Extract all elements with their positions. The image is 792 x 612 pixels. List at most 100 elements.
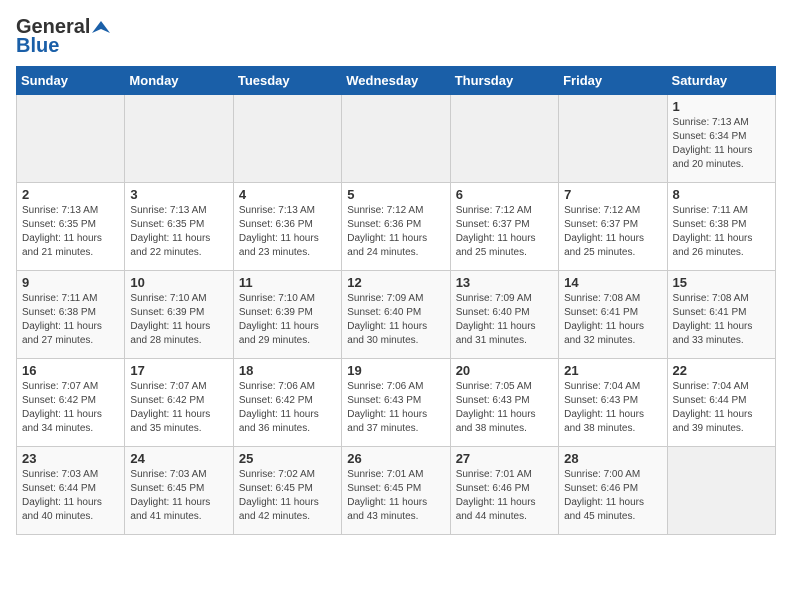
day-number: 28 xyxy=(564,451,661,466)
day-info: Sunrise: 7:08 AM Sunset: 6:41 PM Dayligh… xyxy=(673,292,770,348)
weekday-header-row: SundayMondayTuesdayWednesdayThursdayFrid… xyxy=(17,67,776,95)
day-number: 17 xyxy=(130,363,227,378)
weekday-header-friday: Friday xyxy=(559,67,667,95)
calendar-cell: 26 Sunrise: 7:01 AM Sunset: 6:45 PM Dayli… xyxy=(342,447,450,535)
day-info: Sunrise: 7:04 AM Sunset: 6:44 PM Dayligh… xyxy=(673,380,770,436)
day-number: 13 xyxy=(456,275,553,290)
logo-blue-text: Blue xyxy=(16,35,59,58)
calendar-body: 1 Sunrise: 7:13 AM Sunset: 6:34 PM Daylig… xyxy=(17,95,776,535)
day-number: 21 xyxy=(564,363,661,378)
calendar-cell: 14 Sunrise: 7:08 AM Sunset: 6:41 PM Dayli… xyxy=(559,271,667,359)
day-info: Sunrise: 7:12 AM Sunset: 6:36 PM Dayligh… xyxy=(347,204,444,260)
calendar-cell: 6 Sunrise: 7:12 AM Sunset: 6:37 PM Daylig… xyxy=(450,183,558,271)
header: General Blue xyxy=(16,16,776,58)
day-number: 12 xyxy=(347,275,444,290)
calendar-week-row: 9Sunrise: 7:11 AM Sunset: 6:38 PM Daylig… xyxy=(17,271,776,359)
calendar-cell: 7 Sunrise: 7:12 AM Sunset: 6:37 PM Daylig… xyxy=(559,183,667,271)
logo-bird-icon xyxy=(92,19,110,37)
day-number: 15 xyxy=(673,275,770,290)
day-info: Sunrise: 7:03 AM Sunset: 6:44 PM Dayligh… xyxy=(22,468,119,524)
day-number: 20 xyxy=(456,363,553,378)
day-number: 10 xyxy=(130,275,227,290)
day-number: 2 xyxy=(22,187,119,202)
calendar-cell: 5 Sunrise: 7:12 AM Sunset: 6:36 PM Daylig… xyxy=(342,183,450,271)
day-number: 6 xyxy=(456,187,553,202)
calendar-cell: 28 Sunrise: 7:00 AM Sunset: 6:46 PM Dayli… xyxy=(559,447,667,535)
calendar-week-row: 2 Sunrise: 7:13 AM Sunset: 6:35 PM Daylig… xyxy=(17,183,776,271)
day-info: Sunrise: 7:11 AM Sunset: 6:38 PM Dayligh… xyxy=(673,204,770,260)
day-info: Sunrise: 7:10 AM Sunset: 6:39 PM Dayligh… xyxy=(239,292,336,348)
calendar-cell: 17 Sunrise: 7:07 AM Sunset: 6:42 PM Dayli… xyxy=(125,359,233,447)
calendar-cell: 22 Sunrise: 7:04 AM Sunset: 6:44 PM Dayli… xyxy=(667,359,775,447)
calendar-cell: 16 Sunrise: 7:07 AM Sunset: 6:42 PM Dayli… xyxy=(17,359,125,447)
calendar-cell: 3 Sunrise: 7:13 AM Sunset: 6:35 PM Daylig… xyxy=(125,183,233,271)
day-number: 3 xyxy=(130,187,227,202)
calendar-cell: 23 Sunrise: 7:03 AM Sunset: 6:44 PM Dayli… xyxy=(17,447,125,535)
day-info: Sunrise: 7:11 AM Sunset: 6:38 PM Dayligh… xyxy=(22,292,119,348)
day-info: Sunrise: 7:07 AM Sunset: 6:42 PM Dayligh… xyxy=(22,380,119,436)
calendar-cell xyxy=(233,95,341,183)
calendar-cell xyxy=(17,95,125,183)
day-info: Sunrise: 7:01 AM Sunset: 6:46 PM Dayligh… xyxy=(456,468,553,524)
day-number: 14 xyxy=(564,275,661,290)
day-info: Sunrise: 7:13 AM Sunset: 6:36 PM Dayligh… xyxy=(239,204,336,260)
calendar-cell xyxy=(342,95,450,183)
day-number: 8 xyxy=(673,187,770,202)
weekday-header-tuesday: Tuesday xyxy=(233,67,341,95)
calendar-header: SundayMondayTuesdayWednesdayThursdayFrid… xyxy=(17,67,776,95)
calendar-cell xyxy=(559,95,667,183)
weekday-header-wednesday: Wednesday xyxy=(342,67,450,95)
calendar-cell: 20 Sunrise: 7:05 AM Sunset: 6:43 PM Dayli… xyxy=(450,359,558,447)
calendar-cell: 2Sunrise: 7:13 AM Sunset: 6:35 PM Daylig… xyxy=(17,183,125,271)
calendar-cell xyxy=(450,95,558,183)
day-number: 19 xyxy=(347,363,444,378)
day-info: Sunrise: 7:12 AM Sunset: 6:37 PM Dayligh… xyxy=(456,204,553,260)
calendar-table: SundayMondayTuesdayWednesdayThursdayFrid… xyxy=(16,66,776,535)
day-number: 22 xyxy=(673,363,770,378)
day-number: 27 xyxy=(456,451,553,466)
calendar-week-row: 1 Sunrise: 7:13 AM Sunset: 6:34 PM Daylig… xyxy=(17,95,776,183)
day-info: Sunrise: 7:06 AM Sunset: 6:43 PM Dayligh… xyxy=(347,380,444,436)
day-number: 23 xyxy=(22,451,119,466)
calendar-cell: 4 Sunrise: 7:13 AM Sunset: 6:36 PM Daylig… xyxy=(233,183,341,271)
calendar-cell: 8 Sunrise: 7:11 AM Sunset: 6:38 PM Daylig… xyxy=(667,183,775,271)
day-info: Sunrise: 7:05 AM Sunset: 6:43 PM Dayligh… xyxy=(456,380,553,436)
day-info: Sunrise: 7:02 AM Sunset: 6:45 PM Dayligh… xyxy=(239,468,336,524)
weekday-header-saturday: Saturday xyxy=(667,67,775,95)
day-number: 25 xyxy=(239,451,336,466)
day-info: Sunrise: 7:01 AM Sunset: 6:45 PM Dayligh… xyxy=(347,468,444,524)
calendar-cell: 9Sunrise: 7:11 AM Sunset: 6:38 PM Daylig… xyxy=(17,271,125,359)
day-number: 1 xyxy=(673,99,770,114)
day-number: 16 xyxy=(22,363,119,378)
calendar-cell: 10 Sunrise: 7:10 AM Sunset: 6:39 PM Dayli… xyxy=(125,271,233,359)
calendar-week-row: 23 Sunrise: 7:03 AM Sunset: 6:44 PM Dayli… xyxy=(17,447,776,535)
day-info: Sunrise: 7:08 AM Sunset: 6:41 PM Dayligh… xyxy=(564,292,661,348)
calendar-cell: 19 Sunrise: 7:06 AM Sunset: 6:43 PM Dayli… xyxy=(342,359,450,447)
calendar-cell: 27 Sunrise: 7:01 AM Sunset: 6:46 PM Dayli… xyxy=(450,447,558,535)
weekday-header-sunday: Sunday xyxy=(17,67,125,95)
day-info: Sunrise: 7:09 AM Sunset: 6:40 PM Dayligh… xyxy=(347,292,444,348)
day-info: Sunrise: 7:07 AM Sunset: 6:42 PM Dayligh… xyxy=(130,380,227,436)
calendar-cell xyxy=(125,95,233,183)
day-number: 4 xyxy=(239,187,336,202)
day-info: Sunrise: 7:04 AM Sunset: 6:43 PM Dayligh… xyxy=(564,380,661,436)
calendar-week-row: 16 Sunrise: 7:07 AM Sunset: 6:42 PM Dayli… xyxy=(17,359,776,447)
day-info: Sunrise: 7:06 AM Sunset: 6:42 PM Dayligh… xyxy=(239,380,336,436)
day-info: Sunrise: 7:13 AM Sunset: 6:35 PM Dayligh… xyxy=(130,204,227,260)
day-info: Sunrise: 7:12 AM Sunset: 6:37 PM Dayligh… xyxy=(564,204,661,260)
calendar-cell: 1 Sunrise: 7:13 AM Sunset: 6:34 PM Daylig… xyxy=(667,95,775,183)
calendar-cell: 21 Sunrise: 7:04 AM Sunset: 6:43 PM Dayli… xyxy=(559,359,667,447)
day-info: Sunrise: 7:10 AM Sunset: 6:39 PM Dayligh… xyxy=(130,292,227,348)
calendar-cell: 18Sunrise: 7:06 AM Sunset: 6:42 PM Dayli… xyxy=(233,359,341,447)
day-info: Sunrise: 7:09 AM Sunset: 6:40 PM Dayligh… xyxy=(456,292,553,348)
day-info: Sunrise: 7:13 AM Sunset: 6:34 PM Dayligh… xyxy=(673,116,770,172)
day-number: 26 xyxy=(347,451,444,466)
day-number: 5 xyxy=(347,187,444,202)
calendar-cell: 24Sunrise: 7:03 AM Sunset: 6:45 PM Dayli… xyxy=(125,447,233,535)
day-number: 7 xyxy=(564,187,661,202)
calendar-cell: 15 Sunrise: 7:08 AM Sunset: 6:41 PM Dayli… xyxy=(667,271,775,359)
weekday-header-monday: Monday xyxy=(125,67,233,95)
calendar-cell: 13 Sunrise: 7:09 AM Sunset: 6:40 PM Dayli… xyxy=(450,271,558,359)
day-info: Sunrise: 7:00 AM Sunset: 6:46 PM Dayligh… xyxy=(564,468,661,524)
calendar-cell: 12 Sunrise: 7:09 AM Sunset: 6:40 PM Dayli… xyxy=(342,271,450,359)
